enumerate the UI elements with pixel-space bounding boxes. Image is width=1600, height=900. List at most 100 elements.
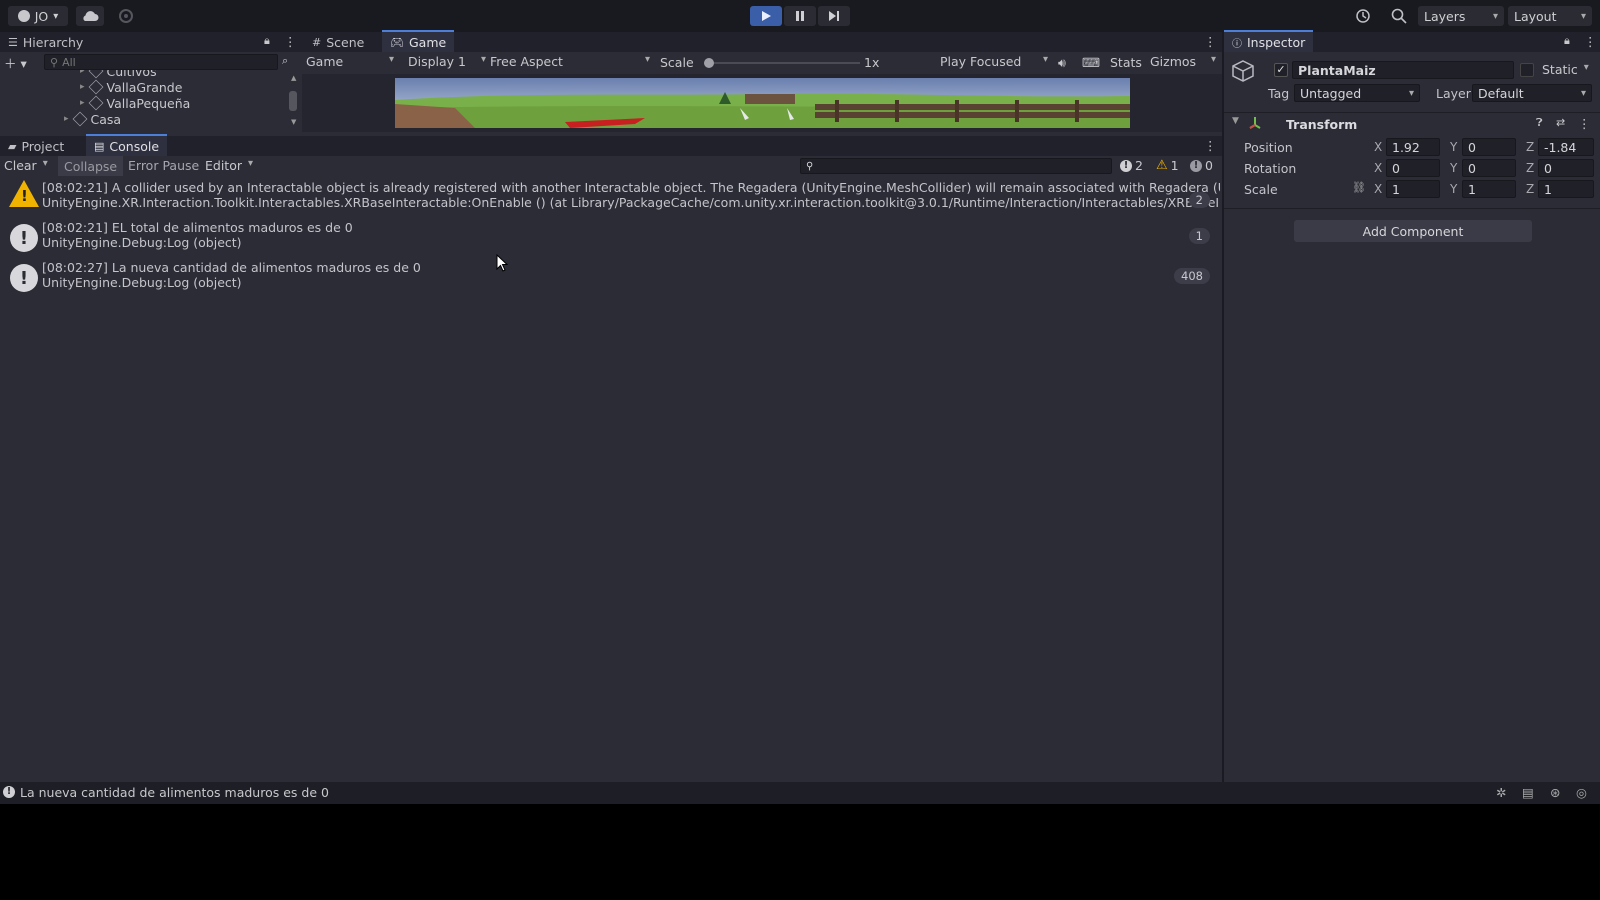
transform-icon	[1249, 117, 1261, 129]
hierarchy-tree: ▸ Cultivos ▸ VallaGrande ▸ VallaPequeña …	[0, 70, 286, 132]
cache-icon[interactable]: ▤	[1522, 785, 1534, 800]
gameobject-icon	[1230, 58, 1256, 84]
scale-x-field[interactable]: 1	[1386, 180, 1440, 198]
list-item[interactable]: ▸ Casa	[64, 111, 121, 127]
account-dropdown[interactable]: JO ▾	[8, 6, 68, 26]
search-icon[interactable]	[1390, 7, 1408, 25]
static-checkbox[interactable]	[1520, 63, 1534, 77]
mute-audio-icon[interactable]: 🔊︎	[1058, 55, 1066, 71]
step-button[interactable]	[818, 6, 850, 26]
tag-dropdown[interactable]: Untagged	[1294, 84, 1420, 102]
more-options-icon[interactable]: ⋮	[1204, 34, 1217, 49]
collapse-toggle[interactable]: Collapse	[58, 156, 124, 176]
foldout-arrow-icon[interactable]: ▼	[1232, 116, 1239, 126]
help-icon[interactable]: ❓︎	[1536, 116, 1543, 130]
scale-label: Scale	[1244, 182, 1278, 197]
layout-dropdown[interactable]: Layout	[1508, 6, 1592, 26]
warning-filter-toggle[interactable]: ⚠ 1	[1156, 158, 1179, 173]
progress-check-icon[interactable]: ◎	[1576, 785, 1587, 800]
axis-z: Z	[1526, 140, 1535, 154]
display-dropdown[interactable]: Display 1	[408, 54, 486, 69]
constrain-proportions-icon[interactable]: ⛓	[1352, 181, 1366, 194]
transform-header[interactable]: ▼ Transform ❓︎ ⇄ ⋮	[1224, 112, 1600, 134]
collab-icon[interactable]	[118, 8, 134, 24]
history-icon[interactable]	[1354, 7, 1372, 25]
clear-label: Clear	[4, 158, 37, 173]
more-options-icon[interactable]: ⋮	[284, 34, 297, 49]
aspect-label: Free Aspect	[490, 54, 563, 69]
position-x-field[interactable]: 1.92	[1386, 138, 1440, 156]
more-options-icon[interactable]: ⋮	[1204, 138, 1217, 153]
layers-dropdown[interactable]: Layers	[1418, 6, 1504, 26]
log-filter-toggle[interactable]: ! 2	[1120, 158, 1143, 173]
scene-search-icon[interactable]: ⌕	[282, 54, 288, 68]
search-icon: ⚲	[806, 160, 814, 172]
debug-icon[interactable]: ✲	[1496, 785, 1506, 800]
aspect-dropdown[interactable]: Free Aspect	[490, 54, 650, 69]
more-options-icon[interactable]: ⋮	[1578, 116, 1591, 131]
position-y-field[interactable]: 0	[1462, 138, 1516, 156]
message-trace: UnityEngine.XR.Interaction.Toolkit.Inter…	[42, 195, 1220, 210]
stats-button[interactable]: Stats	[1110, 55, 1142, 70]
tab-hierarchy[interactable]: ☰ Hierarchy	[0, 32, 91, 52]
clear-button[interactable]: Clear	[4, 158, 48, 173]
tab-console[interactable]: ▤ Console	[86, 134, 168, 156]
rotation-y-field[interactable]: 0	[1462, 159, 1516, 177]
play-button[interactable]	[750, 6, 782, 26]
hierarchy-title: Hierarchy	[22, 34, 84, 50]
layer-label: Layer	[1436, 86, 1471, 101]
lock-icon[interactable]: 🔒︎	[1564, 34, 1570, 48]
console-message-log[interactable]: ! [08:02:21] EL total de alimentos madur…	[0, 218, 1222, 258]
position-z-field[interactable]: -1.84	[1538, 138, 1594, 156]
scale-y-field[interactable]: 1	[1462, 180, 1516, 198]
tab-inspector[interactable]: ⓘ Inspector	[1224, 30, 1314, 52]
rotation-x-field[interactable]: 0	[1386, 159, 1440, 177]
preset-icon[interactable]: ⇄	[1556, 116, 1565, 129]
search-icon: ⚲	[50, 55, 59, 69]
more-options-icon[interactable]: ⋮	[1584, 34, 1597, 49]
position-label: Position	[1244, 140, 1293, 155]
static-dropdown[interactable]: Static	[1542, 62, 1589, 77]
console-search-input[interactable]: ⚲	[800, 158, 1112, 174]
hierarchy-scrollbar[interactable]: ▲ ▼	[288, 74, 298, 130]
list-item[interactable]: ▸ Cultivos	[80, 70, 157, 79]
scale-z-field[interactable]: 1	[1538, 180, 1594, 198]
scale-slider[interactable]	[704, 58, 860, 68]
object-name: PlantaMaiz	[1298, 62, 1376, 78]
network-icon[interactable]: ⊛	[1550, 785, 1560, 800]
info-circle-icon: ⓘ	[1232, 38, 1242, 50]
layer-dropdown[interactable]: Default	[1472, 84, 1592, 102]
gizmos-dropdown[interactable]: Gizmos	[1150, 54, 1216, 69]
keyboard-icon[interactable]: ⌨	[1082, 55, 1100, 70]
object-name-input[interactable]: PlantaMaiz	[1292, 61, 1514, 79]
tab-scene[interactable]: # Scene	[304, 31, 372, 53]
status-message[interactable]: La nueva cantidad de alimentos maduros e…	[20, 785, 329, 800]
log-count: 2	[1135, 158, 1143, 173]
gameobject-icon	[88, 95, 103, 111]
hierarchy-search-input[interactable]: ⚲ All	[44, 54, 278, 70]
axis-y: Y	[1450, 161, 1458, 175]
pause-button[interactable]	[784, 6, 816, 26]
warning-icon: ⚠	[1156, 158, 1168, 173]
console-message-warning[interactable]: ! [08:02:21] A collider used by an Inter…	[0, 178, 1222, 218]
game-viewport[interactable]	[395, 78, 1130, 128]
play-mode-dropdown[interactable]: Play Focused	[940, 54, 1048, 69]
create-button[interactable]: ＋ ▾	[4, 53, 36, 71]
cloud-button[interactable]	[76, 6, 104, 26]
hierarchy-tabbar: ☰ Hierarchy 🔒︎ ⋮	[0, 32, 302, 52]
rotation-z-field[interactable]: 0	[1538, 159, 1594, 177]
field-value: 0	[1468, 160, 1476, 176]
error-filter-toggle[interactable]: ! 0	[1190, 158, 1213, 173]
list-item[interactable]: ▸ VallaGrande	[80, 79, 182, 95]
active-checkbox[interactable]: ✓	[1274, 63, 1288, 77]
tab-project[interactable]: ▰ Project	[0, 135, 72, 157]
editor-dropdown[interactable]: Editor	[205, 158, 253, 173]
lock-icon[interactable]: 🔒︎	[264, 34, 270, 48]
tab-game[interactable]: 🎮︎ Game	[382, 30, 455, 52]
error-pause-toggle[interactable]: Error Pause	[128, 158, 199, 173]
list-item[interactable]: ▸ VallaPequeña	[80, 95, 190, 111]
console-message-log[interactable]: ! [08:02:27] La nueva cantidad de alimen…	[0, 258, 1222, 298]
game-view-dropdown[interactable]: Game	[306, 54, 394, 69]
add-component-button[interactable]: Add Component	[1294, 220, 1532, 242]
play-mode-label: Play Focused	[940, 54, 1022, 69]
